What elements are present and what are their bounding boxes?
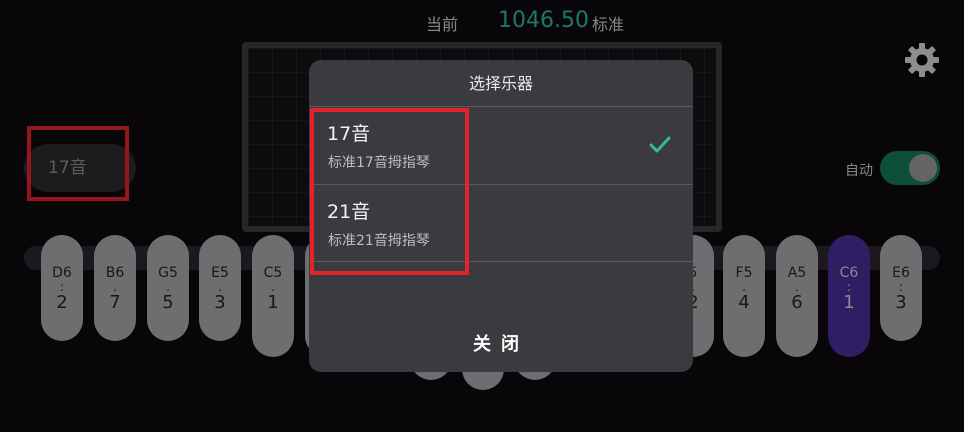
highlight-box bbox=[310, 108, 469, 275]
checkmark-icon bbox=[649, 136, 671, 153]
close-button[interactable]: 关闭 bbox=[309, 318, 693, 372]
dialog-title: 选择乐器 bbox=[468, 74, 533, 93]
